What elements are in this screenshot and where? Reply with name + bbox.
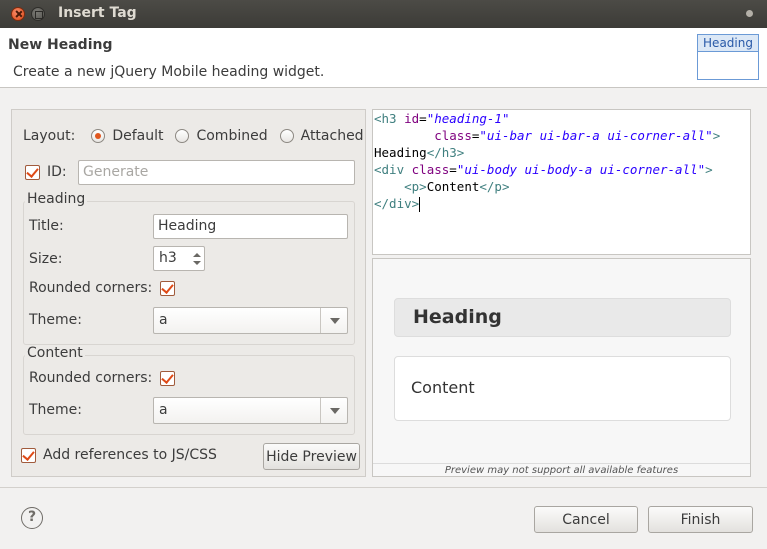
heading-widget-icon: Heading bbox=[697, 34, 759, 80]
help-icon[interactable]: ? bbox=[21, 507, 43, 529]
finish-button[interactable]: Finish bbox=[648, 506, 753, 533]
heading-theme-label: Theme: bbox=[29, 312, 82, 328]
content-theme-label-text: Theme: bbox=[29, 402, 83, 418]
window-menu-icon[interactable] bbox=[746, 10, 753, 17]
size-value: h3 bbox=[159, 250, 177, 266]
properties-panel: Layout: Default Combined Attached ID: Ge… bbox=[11, 109, 366, 477]
layout-combined-radio[interactable] bbox=[175, 129, 190, 143]
content-rounded-row: Rounded corners: bbox=[29, 370, 182, 386]
preview-note: Preview may not support all available fe… bbox=[373, 463, 750, 476]
minimize-icon[interactable] bbox=[31, 7, 45, 21]
layout-default-radio[interactable] bbox=[91, 129, 106, 143]
code-token: <div bbox=[374, 162, 405, 177]
size-stepper[interactable]: h3 bbox=[153, 246, 205, 271]
preview-heading: Heading bbox=[394, 298, 731, 337]
code-token: </h3> bbox=[426, 145, 465, 160]
content-theme-value: a bbox=[159, 402, 168, 418]
layout-attached-label[interactable]: Attached bbox=[301, 128, 364, 144]
code-token: </p> bbox=[479, 179, 510, 194]
id-label: ID: bbox=[47, 164, 67, 180]
cancel-button[interactable]: Cancel bbox=[534, 506, 638, 533]
title-bar[interactable]: Insert Tag bbox=[0, 0, 767, 28]
layout-attached-radio[interactable] bbox=[279, 129, 294, 143]
size-label: Size: bbox=[29, 251, 62, 267]
title-label: Title: bbox=[29, 218, 64, 234]
code-token: <p> bbox=[404, 179, 427, 194]
heading-badge-label: Heading bbox=[698, 35, 758, 52]
layout-row: Layout: Default Combined Attached bbox=[23, 128, 364, 144]
content-group-label: Content bbox=[25, 345, 85, 361]
dialog-footer: ? Cancel Finish bbox=[0, 487, 767, 549]
code-token: class bbox=[411, 162, 450, 177]
heading-rounded-checkbox[interactable] bbox=[160, 280, 176, 296]
heading-theme-value: a bbox=[159, 312, 168, 328]
code-token: > bbox=[705, 162, 713, 177]
insert-tag-dialog: Insert Tag New Heading Create a new jQue… bbox=[0, 0, 767, 549]
code-token: = bbox=[419, 111, 427, 126]
spinner-arrows-icon[interactable] bbox=[193, 251, 201, 267]
heading-theme-label-text: Theme: bbox=[29, 312, 83, 328]
code-editor[interactable]: <h3 id="heading-1" class="ui-bar ui-bar-… bbox=[372, 109, 751, 255]
window-title: Insert Tag bbox=[58, 5, 137, 21]
code-token: </div> bbox=[374, 196, 420, 211]
preview-content: Content bbox=[394, 356, 731, 421]
add-refs-row: Add references to JS/CSS bbox=[21, 447, 217, 463]
code-token: id bbox=[404, 111, 420, 126]
content-theme-label: Theme: bbox=[29, 402, 82, 418]
layout-combined-label[interactable]: Combined bbox=[196, 128, 267, 144]
preview-pane: Heading Content Preview may not support … bbox=[372, 258, 751, 477]
chevron-down-icon[interactable] bbox=[320, 398, 347, 423]
id-row: ID: bbox=[25, 164, 67, 180]
content-theme-select[interactable]: a bbox=[153, 397, 348, 424]
add-refs-label[interactable]: Add references to JS/CSS bbox=[43, 447, 217, 463]
text-cursor bbox=[419, 197, 421, 212]
heading-theme-select[interactable]: a bbox=[153, 307, 348, 334]
code-token: Heading bbox=[374, 145, 427, 160]
code-token: > bbox=[712, 128, 721, 143]
layout-default-label[interactable]: Default bbox=[112, 128, 163, 144]
layout-label: Layout: bbox=[23, 128, 76, 144]
add-refs-checkbox[interactable] bbox=[21, 447, 36, 463]
heading-rounded-label: Rounded corners: bbox=[29, 280, 153, 296]
code-token: class bbox=[434, 128, 472, 143]
page-title: New Heading bbox=[8, 37, 113, 53]
heading-rounded-row: Rounded corners: bbox=[29, 280, 182, 296]
title-label-text: Title: bbox=[29, 218, 64, 234]
content-rounded-label: Rounded corners: bbox=[29, 370, 153, 386]
page-description: Create a new jQuery Mobile heading widge… bbox=[13, 64, 325, 80]
code-token: = bbox=[449, 162, 457, 177]
heading-group-label: Heading bbox=[25, 191, 88, 207]
content-rounded-checkbox[interactable] bbox=[160, 370, 176, 386]
code-token: "ui-body ui-body-a ui-corner-all" bbox=[456, 162, 706, 177]
dialog-header: New Heading Create a new jQuery Mobile h… bbox=[0, 28, 767, 88]
code-token: "heading-1" bbox=[426, 111, 510, 126]
id-checkbox[interactable] bbox=[25, 164, 40, 180]
hide-preview-button[interactable]: Hide Preview bbox=[263, 443, 360, 470]
code-token: Content bbox=[426, 179, 480, 194]
code-token: <h3 bbox=[374, 111, 397, 126]
code-token: "ui-bar ui-bar-a ui-corner-all" bbox=[479, 128, 713, 143]
title-field[interactable]: Heading bbox=[153, 214, 348, 239]
close-icon[interactable] bbox=[11, 7, 25, 21]
chevron-down-icon[interactable] bbox=[320, 308, 347, 333]
id-field[interactable]: Generate bbox=[78, 160, 355, 185]
size-label-text: Size: bbox=[29, 251, 63, 267]
